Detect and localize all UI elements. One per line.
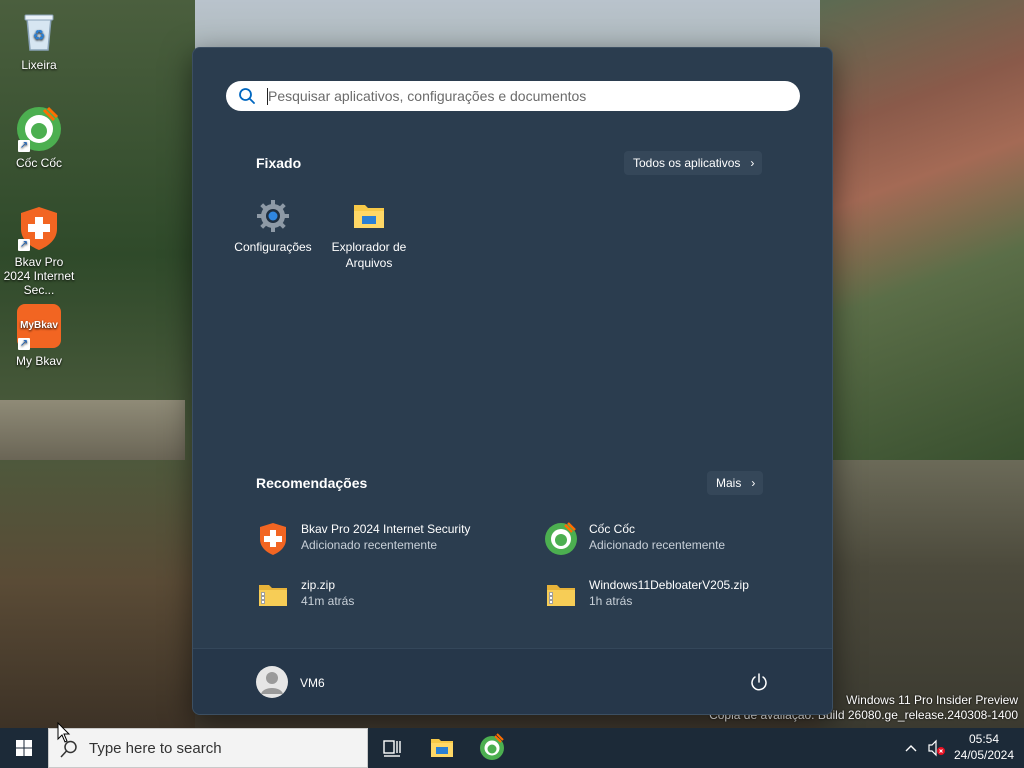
start-menu-footer: VM6 (193, 648, 832, 714)
power-icon (751, 673, 767, 691)
speaker-muted-icon (928, 739, 945, 757)
desktop-icon-label: Cốc Cốc (15, 156, 62, 170)
task-view-icon (383, 740, 401, 757)
taskbar-coccoc[interactable] (469, 728, 515, 768)
start-search-box[interactable] (226, 81, 800, 111)
recommended-item-name: Bkav Pro 2024 Internet Security (301, 522, 471, 536)
recommended-item-name: zip.zip (301, 578, 336, 592)
more-button[interactable]: Mais › (707, 471, 764, 495)
desktop-icon-label: Bkav Pro 2024 Internet Sec... (3, 255, 75, 297)
all-apps-label: Todos os aplicativos (633, 156, 741, 170)
taskbar-file-explorer[interactable] (419, 728, 465, 768)
task-view-button[interactable] (369, 728, 415, 768)
clock-date: 24/05/2024 (953, 748, 1015, 762)
desktop-icon-coccoc[interactable]: ↗ Cốc Cốc (0, 106, 78, 170)
search-icon (238, 87, 256, 110)
desktop-icon-bkav[interactable]: ↗ Bkav Pro 2024 Internet Sec... (0, 205, 78, 297)
recommended-item-coccoc[interactable]: Cốc Cốc Adicionado recentemente (544, 520, 804, 560)
taskbar-clock[interactable]: 05:54 24/05/2024 (948, 731, 1020, 763)
recommended-item-name: Windows11DebloaterV205.zip (589, 578, 749, 592)
shortcut-arrow-icon: ↗ (18, 239, 30, 251)
pinned-app-settings[interactable]: Configurações (225, 199, 321, 255)
power-button[interactable] (749, 672, 769, 692)
recommended-item-subtitle: 41m atrás (301, 594, 355, 608)
recommended-item-bkav[interactable]: Bkav Pro 2024 Internet Security Adiciona… (256, 520, 516, 560)
coccoc-icon (544, 522, 578, 556)
desktop-icon-recycle-bin[interactable]: ♻ Lixeira (0, 8, 78, 72)
taskbar: Type here to search 05:54 24/05/2024 (0, 728, 1024, 768)
pinned-app-file-explorer[interactable]: Explorador de Arquivos (321, 199, 417, 271)
taskbar-search-text: Type here to search (89, 740, 222, 757)
user-avatar-icon (261, 672, 283, 694)
more-label: Mais (716, 476, 742, 490)
recommended-item-name: Cốc Cốc (589, 522, 636, 536)
zip-folder-icon (544, 578, 578, 612)
desktop-icon-label: Lixeira (21, 58, 57, 72)
coccoc-icon: ↗ (16, 106, 62, 152)
user-avatar[interactable] (256, 666, 288, 698)
recommended-item-zip[interactable]: zip.zip 41m atrás (256, 576, 516, 616)
recommended-item-debloater[interactable]: Windows11DebloaterV205.zip 1h atrás (544, 576, 804, 616)
svg-text:♻: ♻ (33, 28, 46, 44)
user-name[interactable]: VM6 (300, 676, 325, 690)
volume-button[interactable] (924, 728, 948, 768)
recycle-bin-icon: ♻ (16, 8, 62, 54)
wallpaper-water (820, 460, 1024, 728)
pinned-section-title: Fixado (256, 155, 302, 171)
coccoc-icon (480, 733, 504, 760)
chevron-up-icon (905, 745, 917, 752)
bkav-shield-icon: ↗ (16, 205, 62, 251)
mybkav-icon: MyBkav ↗ (16, 304, 62, 350)
recommended-item-subtitle: 1h atrás (589, 594, 633, 608)
pinned-app-label: Explorador de Arquivos (331, 240, 407, 270)
recommended-section-title: Recomendações (256, 475, 368, 491)
bkav-shield-icon (256, 522, 290, 556)
shortcut-arrow-icon: ↗ (18, 140, 30, 152)
mouse-cursor-icon (57, 721, 71, 749)
desktop-icon-mybkav[interactable]: MyBkav ↗ My Bkav (0, 304, 78, 368)
shortcut-arrow-icon: ↗ (18, 338, 30, 350)
windows-logo-icon (16, 740, 32, 756)
wallpaper-house (0, 400, 185, 460)
folder-icon (431, 739, 453, 757)
gear-icon (256, 199, 290, 233)
taskbar-search-box[interactable]: Type here to search (48, 728, 368, 768)
wallpaper-cliff (820, 0, 1024, 460)
desktop-icon-label: My Bkav (15, 354, 62, 368)
clock-time: 05:54 (968, 732, 1000, 746)
start-button[interactable] (0, 728, 48, 768)
recommended-item-subtitle: Adicionado recentemente (301, 538, 438, 552)
start-search-input[interactable] (268, 81, 788, 111)
pinned-app-label: Configurações (234, 240, 312, 254)
zip-folder-icon (256, 578, 290, 612)
chevron-right-icon: › (751, 476, 756, 490)
all-apps-button[interactable]: Todos os aplicativos › (624, 151, 763, 175)
recommended-item-subtitle: Adicionado recentemente (589, 538, 726, 552)
folder-icon (352, 199, 386, 233)
start-menu: Fixado Todos os aplicativos › Configuraç… (192, 47, 833, 715)
chevron-right-icon: › (750, 156, 755, 170)
show-hidden-icons-button[interactable] (900, 728, 922, 768)
